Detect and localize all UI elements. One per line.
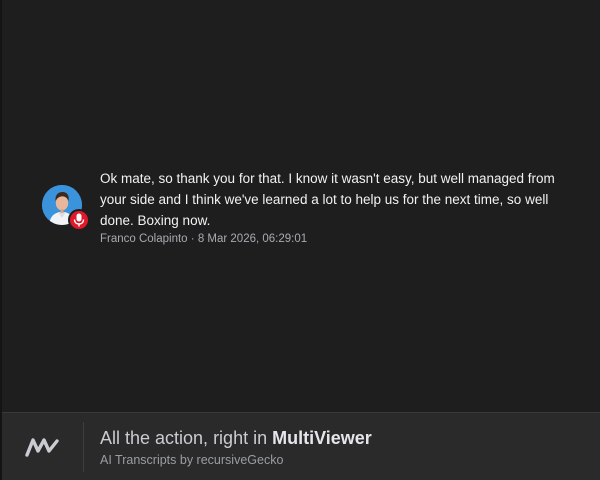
- footer-subtitle: AI Transcripts by recursiveGecko: [100, 452, 284, 467]
- tagline-prefix: All the action, right in: [100, 427, 273, 448]
- app-window: Ok mate, so thank you for that. I know i…: [0, 0, 600, 480]
- microphone-icon: [73, 213, 85, 227]
- footer-banner: All the action, right in MultiViewer AI …: [2, 412, 600, 480]
- multiviewer-logo-icon: [24, 437, 59, 457]
- footer-text: All the action, right in MultiViewer AI …: [100, 427, 372, 467]
- brand-name: MultiViewer: [272, 427, 372, 448]
- transcript-message: Ok mate, so thank you for that. I know i…: [42, 168, 582, 245]
- message-body: Ok mate, so thank you for that. I know i…: [100, 168, 570, 245]
- meta-separator: ·: [190, 233, 198, 245]
- avatar-container: [42, 185, 90, 231]
- transcript-area: Ok mate, so thank you for that. I know i…: [2, 0, 600, 412]
- message-meta: Franco Colapinto · 8 Mar 2026, 06:29:01: [100, 233, 570, 245]
- footer-tagline: All the action, right in MultiViewer: [100, 427, 372, 449]
- author-name: Franco Colapinto: [100, 233, 188, 245]
- microphone-badge: [68, 209, 90, 231]
- message-text: Ok mate, so thank you for that. I know i…: [100, 171, 555, 228]
- message-timestamp: 8 Mar 2026, 06:29:01: [197, 233, 308, 245]
- logo-container: [2, 421, 84, 472]
